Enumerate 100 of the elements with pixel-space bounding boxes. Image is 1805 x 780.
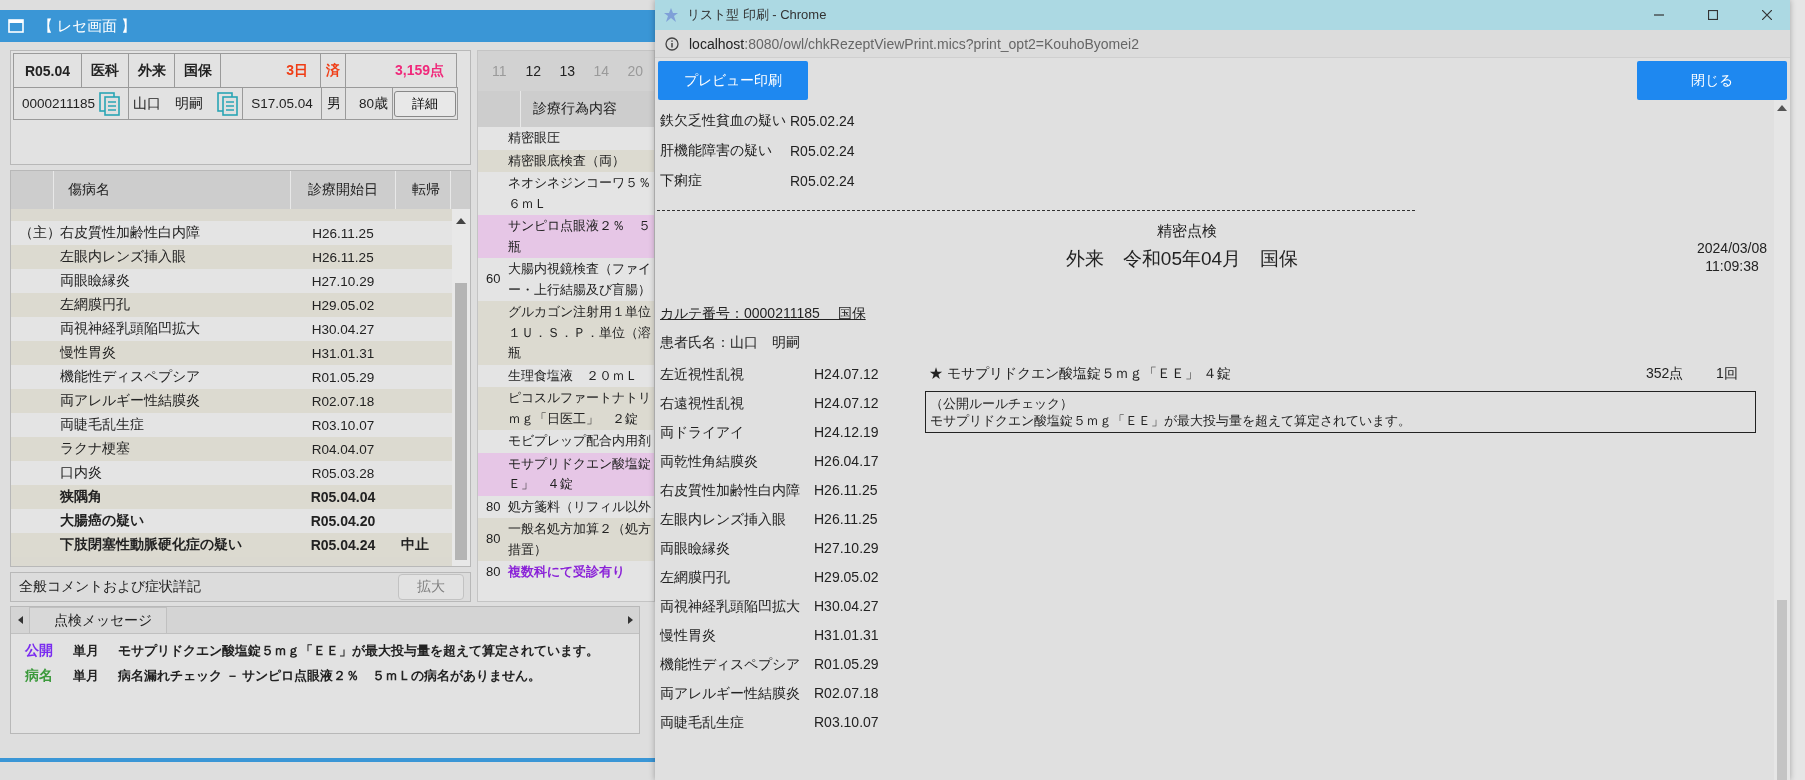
window-icon xyxy=(8,19,24,33)
finding-count: 1回 xyxy=(1716,365,1739,383)
header-cell: 0000211185 xyxy=(21,96,96,111)
scrollbar[interactable] xyxy=(1774,100,1790,780)
window-title: リスト型 印刷 - Chrome xyxy=(687,6,827,24)
message-text: モサプリドクエン酸塩錠５ｍｇ「ＥＥ」が最大投与量を超えて算定されています。 xyxy=(118,641,599,660)
right-arrow-icon xyxy=(627,616,633,624)
header-cell: R05.04 xyxy=(13,53,82,88)
table-cell-text: R04.04.07 xyxy=(310,441,376,457)
day-tab[interactable]: 13 xyxy=(550,63,585,79)
disease-name: 左近視性乱視 xyxy=(659,364,745,384)
procedure-text: 大腸内視鏡検査（ファイ ー・上行結腸及び盲腸） xyxy=(508,261,652,299)
scroll-up-arrow-icon xyxy=(1776,104,1788,112)
disease-row[interactable]: 両視神経乳頭陥凹拡大 H30.04.27 xyxy=(11,317,453,341)
procedure-text: 精密眼底検査（両） xyxy=(508,152,626,170)
scroll-up-arrow-icon xyxy=(455,217,468,225)
table-cell-text: H27.10.29 xyxy=(310,273,376,289)
disease-row[interactable]: 両眼瞼縁炎 H27.10.29 xyxy=(11,269,453,293)
disease-name: 下痢症 xyxy=(659,172,703,190)
count-cell-text: 80 xyxy=(485,497,502,516)
procedure-text: ネオシネジンコーワ５％ ６ｍＬ xyxy=(508,175,652,213)
disease-date: H31.01.31 xyxy=(813,626,879,643)
print-preview-button[interactable]: プレビュー印刷 xyxy=(658,61,808,100)
table-cell-text: 大腸癌の疑い xyxy=(59,512,145,530)
disease-row[interactable]: （主）右皮質性加齢性白内障 H26.11.25 xyxy=(11,221,453,245)
scrollbar-thumb[interactable] xyxy=(455,283,468,560)
table-cell-text: （主） xyxy=(18,224,54,242)
patient-name: 患者氏名：山口 明嗣 xyxy=(659,333,800,352)
disease-name: 両眼瞼縁炎 xyxy=(659,538,731,558)
day-tab[interactable]: 12 xyxy=(516,63,551,79)
procedure-row[interactable]: ピコスルファートナトリ ｍｇ「日医工」 ２錠 xyxy=(478,387,654,430)
rule-title: （公開ルールチェック） xyxy=(930,395,1073,412)
print-date: 2024/03/08 xyxy=(1697,239,1768,257)
message-period: 単月 xyxy=(73,641,100,660)
scrollbar-thumb[interactable] xyxy=(1777,600,1787,780)
table-cell-text: ラクナ梗塞 xyxy=(59,440,131,458)
disease-date: H26.11.25 xyxy=(813,481,878,498)
table-cell-text: 狭隅角 xyxy=(59,488,103,506)
table-cell-text: R01.05.29 xyxy=(310,369,376,385)
table-cell-text: R02.07.18 xyxy=(310,393,376,409)
table-cell-text: 右皮質性加齢性白内障 xyxy=(59,224,201,242)
disease-name: 両視神経乳頭陥凹拡大 xyxy=(659,596,801,616)
procedure-text: 一般名処方加算２（処方 措置） xyxy=(508,521,652,559)
disease-name: 両睫毛乱生症 xyxy=(659,712,745,732)
disease-date: H24.12.19 xyxy=(813,423,879,440)
procedure-text: 精密眼圧 xyxy=(508,130,561,147)
count-cell-text: 80 xyxy=(485,530,502,549)
procedure-row[interactable]: 精密眼底検査（両） xyxy=(478,149,654,172)
finding-item: ★ モサプリドクエン酸塩錠５ｍｇ「ＥＥ」 ４錠 xyxy=(929,365,1232,383)
column-header: 診療行為内容 xyxy=(532,100,618,118)
disease-name: 右遠視性乱視 xyxy=(659,393,745,413)
disease-date: H24.07.12 xyxy=(813,365,879,382)
report-subheading: 外来 令和05年04月 国保 xyxy=(1064,247,1300,271)
disease-name: 右皮質性加齢性白内障 xyxy=(659,480,801,500)
table-cell-text: 中止 xyxy=(400,536,430,554)
table-cell-text: R05.04.20 xyxy=(309,513,377,529)
table-cell-text: R05.04.24 xyxy=(309,537,377,553)
disease-date: R01.05.29 xyxy=(813,655,879,672)
disease-date: H30.04.27 xyxy=(813,597,879,614)
table-cell-text: 両視神経乳頭陥凹拡大 xyxy=(59,320,201,338)
table-cell-text: 左網膜円孔 xyxy=(59,296,131,314)
comment-label: 全般コメントおよび症状詳記 xyxy=(19,578,201,596)
disease-row[interactable]: 両睫毛乱生症 R03.10.07 xyxy=(11,413,453,437)
table-cell-text: 両睫毛乱生症 xyxy=(59,416,145,434)
procedure-text: 複数科にて受診有り xyxy=(508,564,626,581)
procedure-text: モビプレップ配合内用剤 xyxy=(508,433,652,450)
table-cell-text: R05.03.28 xyxy=(310,465,376,481)
table-cell-text: H26.11.25 xyxy=(311,225,375,241)
procedure-text: サンピロ点眼液２％ ５ 瓶 xyxy=(508,218,652,256)
left-arrow-icon xyxy=(17,616,23,624)
disease-row[interactable]: 大腸癌の疑い R05.04.20 xyxy=(11,509,453,533)
table-cell-text: R03.10.07 xyxy=(310,417,376,433)
procedure-row[interactable]: モサプリドクエン酸塩錠 Ｅ」 ４錠 xyxy=(478,452,654,496)
disease-date: R03.10.07 xyxy=(813,713,879,730)
print-time: 11:09:38 xyxy=(1705,257,1759,275)
procedure-row[interactable]: グルカゴン注射用１単位 １Ｕ．Ｓ．Ｐ．単位（溶 瓶 xyxy=(478,301,654,365)
message-tag: 公開 xyxy=(11,641,73,660)
message-period: 単月 xyxy=(73,666,100,685)
message-tag: 病名 xyxy=(11,666,73,685)
procedure-row[interactable]: サンピロ点眼液２％ ５ 瓶 xyxy=(478,215,654,258)
message-tab[interactable]: 点検メッセージ xyxy=(29,607,167,633)
table-cell-text: 下肢閉塞性動脈硬化症の疑い xyxy=(59,536,243,554)
star-app-icon xyxy=(663,7,679,23)
document-icon xyxy=(99,91,121,116)
disease-name: 両アレルギー性結膜炎 xyxy=(659,683,801,703)
detail-button[interactable]: 詳細 xyxy=(394,90,456,117)
table-cell-text: 機能性ディスペプシア xyxy=(59,368,201,386)
disease-name: 両乾性角結膜炎 xyxy=(659,451,759,471)
close-button[interactable]: 閉じる xyxy=(1637,61,1787,100)
disease-name: 両ドライアイ xyxy=(659,422,745,442)
scrollbar[interactable] xyxy=(452,209,471,566)
disease-name: 慢性胃炎 xyxy=(658,625,717,645)
procedure-text: 生理食塩液 ２０ｍＬ xyxy=(508,367,639,385)
table-cell-text: 両アレルギー性結膜炎 xyxy=(59,392,201,410)
disease-date: R05.02.24 xyxy=(790,143,855,159)
close-icon xyxy=(1762,10,1772,20)
window-title: 【 レセ画面 】 xyxy=(38,16,137,36)
disease-row[interactable]: 口内炎 R05.03.28 xyxy=(11,461,453,485)
disease-row[interactable]: 機能性ディスペプシア R01.05.29 xyxy=(11,365,453,389)
disease-date: R05.02.24 xyxy=(790,113,855,129)
